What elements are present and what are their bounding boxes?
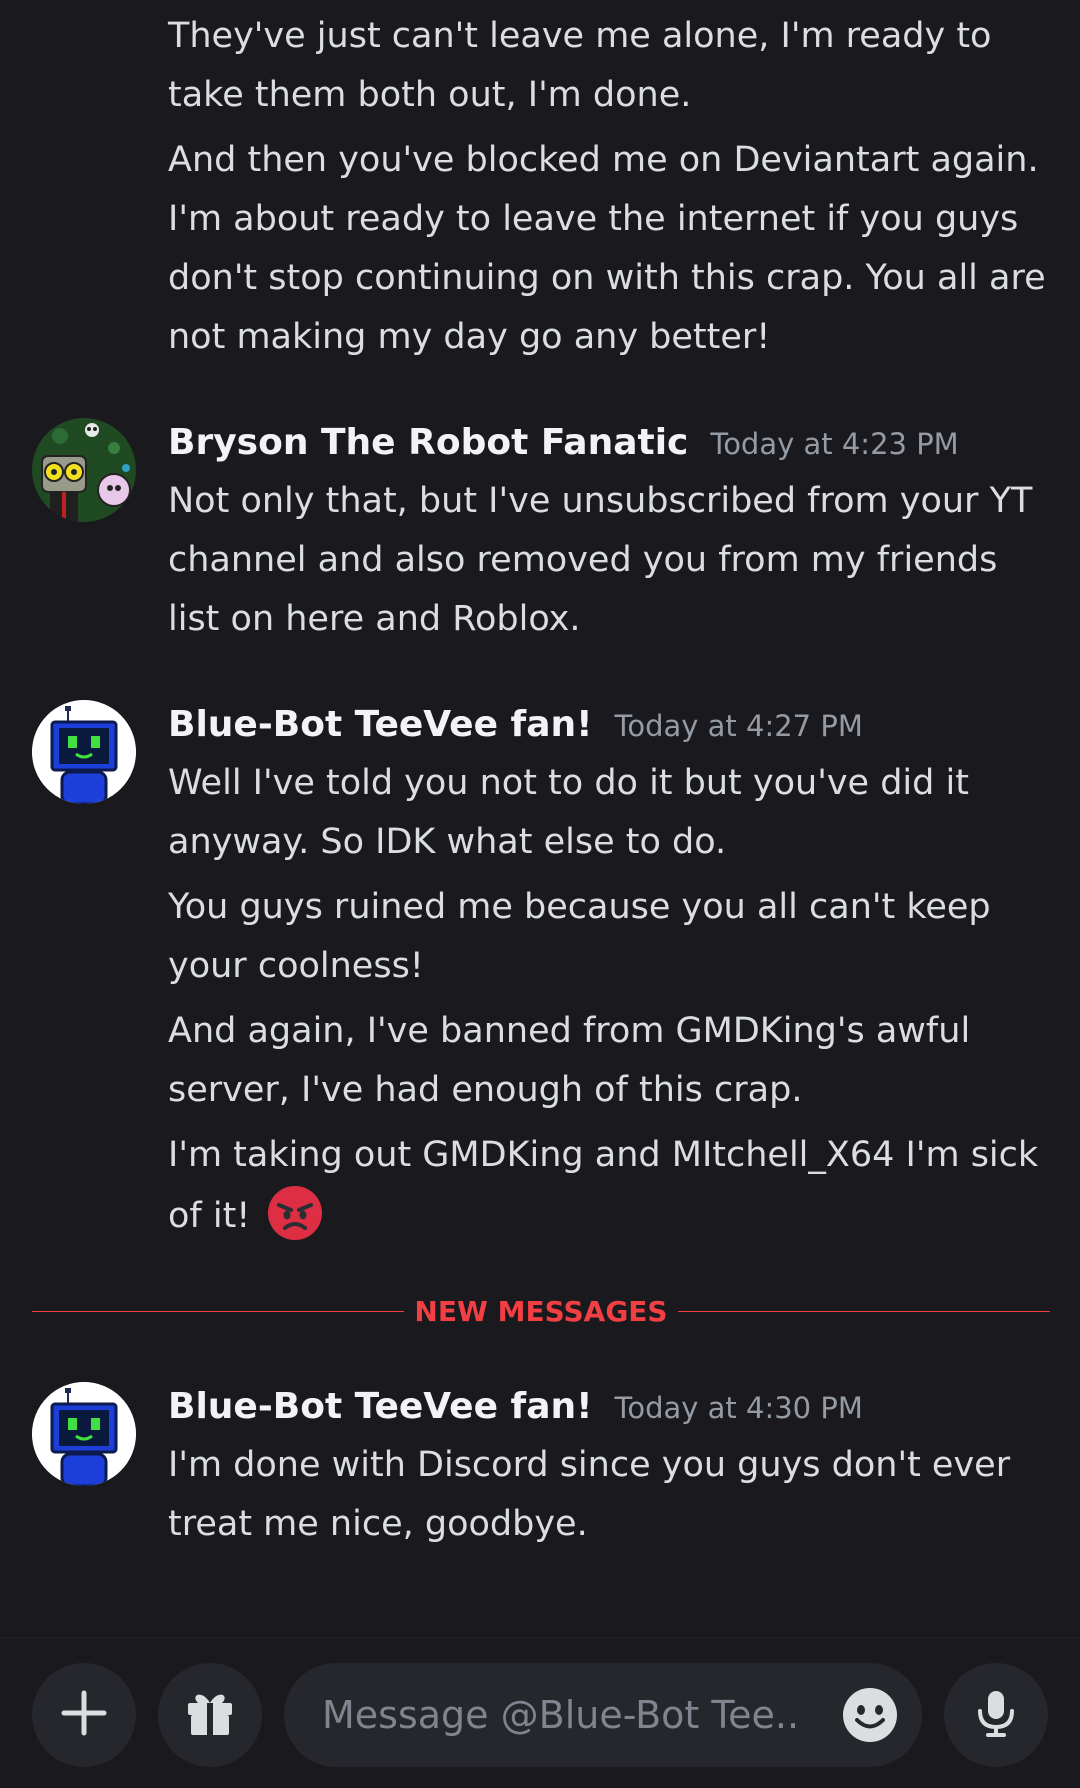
microphone-icon bbox=[968, 1685, 1024, 1745]
message-input-container[interactable] bbox=[284, 1663, 922, 1767]
gift-button[interactable] bbox=[158, 1663, 262, 1767]
message-list[interactable]: They've just can't leave me alone, I'm r… bbox=[0, 0, 1080, 1637]
message-text-content: And again, I've banned from GMDKing's aw… bbox=[168, 1011, 971, 1110]
add-attachment-button[interactable] bbox=[32, 1663, 136, 1767]
timestamp: Today at 4:30 PM bbox=[614, 1391, 863, 1425]
voice-message-button[interactable] bbox=[944, 1663, 1048, 1767]
composer-bar bbox=[0, 1637, 1080, 1788]
new-messages-label: NEW MESSAGES bbox=[414, 1295, 668, 1328]
gift-icon bbox=[182, 1685, 238, 1745]
message-text: And then you've blocked me on Deviantart… bbox=[168, 140, 1046, 357]
timestamp: Today at 4:27 PM bbox=[614, 709, 863, 743]
message-header: Blue-Bot TeeVee fan! Today at 4:30 PM bbox=[168, 1386, 863, 1427]
new-messages-divider: NEW MESSAGES bbox=[32, 1295, 1050, 1328]
message-text: They've just can't leave me alone, I'm r… bbox=[168, 16, 992, 115]
angry-face-emoji-icon bbox=[267, 1185, 323, 1241]
message-header: Bryson The Robot Fanatic Today at 4:23 P… bbox=[168, 422, 959, 463]
author-name[interactable]: Blue-Bot TeeVee fan! bbox=[168, 1386, 593, 1427]
plus-icon bbox=[56, 1685, 112, 1745]
message-text: And again, I've banned from GMDKing's aw… bbox=[168, 1002, 1058, 1120]
author-name[interactable]: Blue-Bot TeeVee fan! bbox=[168, 704, 593, 745]
avatar[interactable] bbox=[32, 700, 136, 804]
message-text: Well I've told you not to do it but you'… bbox=[168, 763, 969, 862]
message-header: Blue-Bot TeeVee fan! Today at 4:27 PM bbox=[168, 704, 863, 745]
avatar[interactable] bbox=[32, 418, 136, 522]
message-text: You guys ruined me because you all can't… bbox=[168, 887, 991, 986]
author-name[interactable]: Bryson The Robot Fanatic bbox=[168, 422, 688, 463]
message-text: I'm done with Discord since you guys don… bbox=[168, 1445, 1011, 1544]
avatar[interactable] bbox=[32, 1382, 136, 1486]
message-input[interactable] bbox=[320, 1692, 804, 1738]
message-text: Not only that, but I've unsubscribed fro… bbox=[168, 481, 1033, 639]
timestamp: Today at 4:23 PM bbox=[710, 427, 959, 461]
message-text: I'm taking out GMDKing and MItchell_X64 … bbox=[168, 1126, 1058, 1246]
emoji-icon[interactable] bbox=[842, 1687, 898, 1743]
